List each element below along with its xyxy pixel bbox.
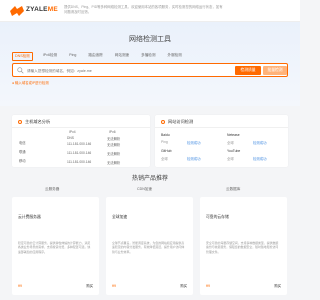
site-result: 检测成功 [187, 157, 201, 161]
product-title: 全球加速 [112, 215, 128, 219]
search-hint: ● 输入域名或IP进行检测 [12, 81, 49, 85]
search-input[interactable] [27, 66, 217, 75]
product-tab-servers[interactable]: 云服务器 [45, 187, 59, 192]
logo-icon[interactable] [10, 6, 24, 16]
card-title: 网站访问检测 [168, 118, 194, 124]
tab-dns[interactable]: DNS检测 [12, 52, 33, 61]
search-box: 检测质量 批量检测 [12, 63, 288, 77]
tab-multicast[interactable]: 多播检测 [139, 52, 157, 61]
tab-ping[interactable]: Ping [67, 52, 78, 61]
table-row: 移动 111.181.000.146 无法解析 [12, 154, 150, 166]
column-ipv6: IPv6 [109, 130, 116, 134]
ipv6-value: 无法解析 [107, 137, 121, 141]
card-header: 网站访问检测 [155, 115, 288, 128]
ipv4-value: DNS [67, 136, 74, 140]
card-bullet-icon [18, 119, 22, 124]
site-name: Baidu [161, 133, 170, 137]
tab-ipv6[interactable]: IPv6检测 [41, 52, 59, 61]
site-name: GitHub [161, 149, 172, 153]
site-result: 检测成功 [187, 141, 201, 145]
product-description: 安全可靠的海量存储空间，支持多种数据类型，提供数据备份与恢复服务，保障您的数据安… [206, 241, 279, 254]
product-description: 全球节点覆盖，智能调度系统，为您的网站和应用提供高速稳定的内容分发服务，有效降低… [112, 241, 185, 254]
brand-accent: ME [47, 6, 58, 13]
card-title: 主机域名分析 [25, 118, 51, 124]
product-description: 稳定可靠的云计算服务，提供弹性伸缩的计算能力，满足各类业务场景的需求，支持按需付… [18, 241, 91, 254]
site-result: 检测成功 [253, 157, 267, 161]
promo-text: 提供DNS、Ping、PID等多种网络检测工具，欢迎使用本站的各项服务，实时检测… [64, 5, 223, 14]
ipv6-address: 无法解析 [107, 161, 121, 165]
column-ipv4: IPv4 [69, 130, 76, 134]
dns-analysis-card: 主机域名分析 IPv4 IPv6 电信 DNS 无法解析 111.181.000… [12, 115, 150, 167]
site-region: 全球 [227, 157, 234, 161]
product-tab-cdn[interactable]: CDN加速 [137, 187, 152, 192]
product-card[interactable]: 全球加速 全球节点覆盖，智能调度系统，为您的网站和应用提供高速稳定的内容分发服务… [106, 197, 193, 295]
buy-button[interactable]: 购买 [86, 283, 93, 288]
site-region: Ping [161, 140, 168, 144]
site-name: Netease [227, 133, 240, 137]
isp-name: 移动 [19, 159, 26, 163]
page-title: 网络检测工具 [129, 36, 171, 43]
tab-traceroute[interactable]: 路由追踪 [86, 52, 104, 61]
site-access-card: 网站访问检测 Baidu Ping 检测成功 Netease 全球 检测成功 G… [155, 115, 288, 167]
product-tab-database[interactable]: 云数据库 [226, 187, 240, 192]
tool-tabs: DNS检测 IPv6检测 Ping 路由追踪 网站测速 多播检测 外服检测 [12, 52, 184, 61]
buy-button[interactable]: 购买 [180, 283, 187, 288]
brand-name[interactable]: ZYALEME [26, 6, 58, 13]
product-price: ¥9 [18, 284, 22, 288]
site-region: 全球 [227, 141, 234, 145]
site-result: 检测成功 [253, 141, 267, 145]
search-icon [17, 67, 24, 74]
product-card[interactable]: 云计费服务器 稳定可靠的云计算服务，提供弹性伸缩的计算能力，满足各类业务场景的需… [12, 197, 99, 295]
detect-button[interactable]: 检测质量 [235, 66, 261, 75]
tab-overseas[interactable]: 外服检测 [166, 52, 184, 61]
product-price: ¥9 [206, 284, 210, 288]
product-title: 可靠的云存储 [206, 215, 229, 219]
products-section-title: 热销产品推荐 [131, 176, 168, 182]
site-name: YouTube [227, 149, 241, 153]
buy-button[interactable]: 购买 [274, 283, 281, 288]
batch-detect-button[interactable]: 批量检测 [263, 66, 287, 75]
top-bar: ZYALEME 提供DNS、Ping、PID等多种网络检测工具，欢迎使用本站的各… [0, 0, 300, 22]
ipv4-address: 111.181.000.146 [67, 160, 92, 164]
hero-section: 网络检测工具 DNS检测 IPv6检测 Ping 路由追踪 网站测速 多播检测 … [0, 22, 300, 106]
brand-main: ZYALE [26, 6, 48, 13]
site-region: 全球 [161, 157, 168, 161]
card-bullet-icon [161, 119, 165, 124]
card-header: 主机域名分析 [12, 115, 150, 128]
tab-speedtest[interactable]: 网站测速 [113, 52, 131, 61]
product-title: 云计费服务器 [18, 215, 41, 219]
product-price: ¥9 [112, 284, 116, 288]
product-card[interactable]: 可靠的云存储 安全可靠的海量存储空间，支持多种数据类型，提供数据备份与恢复服务，… [200, 197, 287, 295]
